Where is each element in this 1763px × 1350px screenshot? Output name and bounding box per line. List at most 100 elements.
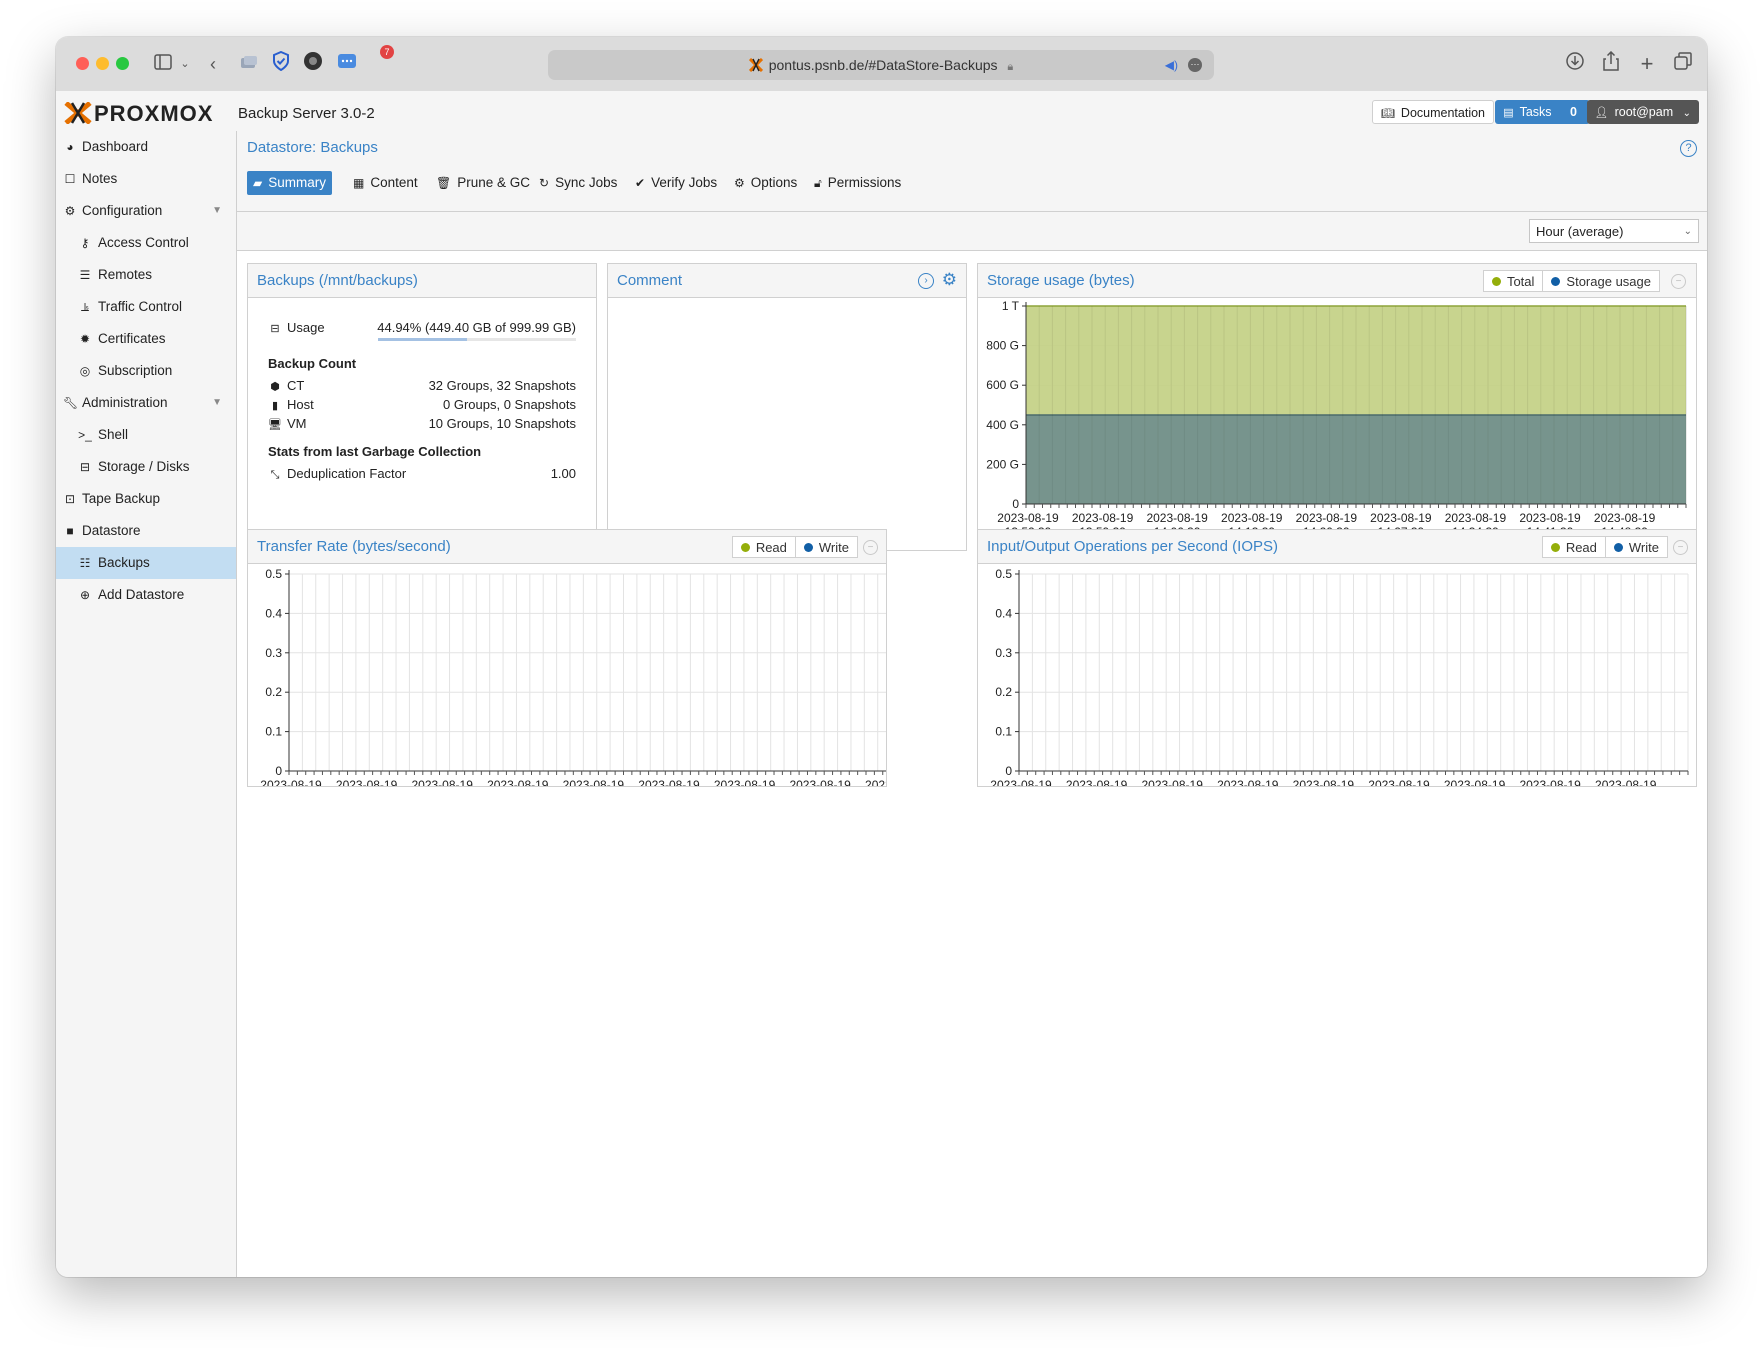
timeframe-value: Hour (average) xyxy=(1536,224,1624,239)
tab-verify-jobs[interactable]: ✔ Verify Jobs xyxy=(629,171,723,195)
zoom-window-button[interactable] xyxy=(116,57,129,70)
dashboard-icon: ◕ xyxy=(66,140,74,154)
tab-sync-jobs[interactable]: ↻ Sync Jobs xyxy=(533,171,623,195)
address-bar[interactable]: pontus.psnb.de/#DataStore-Backups 🔒︎ ◀︎)… xyxy=(548,50,1214,80)
user-menu-button[interactable]: 👤︎ root@pam ⌄ xyxy=(1586,100,1699,124)
legend-item-total[interactable]: Total xyxy=(1484,271,1544,291)
legend-item-read[interactable]: Read xyxy=(733,537,796,557)
legend-dot xyxy=(1551,277,1561,286)
wrench-icon: 🔧︎ xyxy=(63,396,79,410)
legend-item-storage-usage[interactable]: Storage usage xyxy=(1543,271,1659,291)
sidebar-item-administration[interactable]: 🔧︎ Administration ▼ xyxy=(56,387,236,419)
browser-toolbar: ⌄ ‹ 7 pontus.psnb.de/#DataStore-Backups … xyxy=(56,37,1707,92)
usage-bar-track xyxy=(378,338,576,341)
tab-prune-gc[interactable]: 🗑︎ Prune & GC xyxy=(430,171,536,195)
tab-summary[interactable]: ▰ Summary xyxy=(247,171,332,195)
sidebar-item-traffic-control[interactable]: ⫡ Traffic Control xyxy=(56,291,236,323)
check-circle-icon: ✔ xyxy=(635,176,646,190)
undo-zoom-icon[interactable]: − xyxy=(863,540,878,555)
undo-zoom-icon[interactable]: − xyxy=(1673,540,1688,555)
legend-item-write[interactable]: Write xyxy=(1606,537,1667,557)
x-tick-date: 2023-08-19 xyxy=(1293,778,1355,786)
panel-title: Input/Output Operations per Second (IOPS… xyxy=(987,538,1278,555)
share-icon[interactable] xyxy=(1598,50,1624,77)
collapse-arrow-icon[interactable]: ▼ xyxy=(212,195,222,227)
tab-options[interactable]: ⚙ Options xyxy=(728,171,803,195)
sidebar-item-datastore[interactable]: ■ Datastore xyxy=(56,515,236,547)
y-tick-label: 0.4 xyxy=(995,606,1012,620)
refresh-icon: ↻ xyxy=(539,176,550,190)
sidebar-item-add-datastore[interactable]: ⊕ Add Datastore xyxy=(56,579,236,611)
count-type: Host xyxy=(287,397,314,412)
sidebar-item-storage-disks[interactable]: ⊟ Storage / Disks xyxy=(56,451,236,483)
panel-header: Backups (/mnt/backups) xyxy=(248,264,596,298)
extension-icon[interactable] xyxy=(300,51,326,77)
back-arrow-icon[interactable]: ‹ xyxy=(200,51,226,77)
more-options-icon[interactable]: ··· xyxy=(1188,58,1202,72)
sidebar-item-certificates[interactable]: ✹ Certificates xyxy=(56,323,236,355)
undo-zoom-icon[interactable]: − xyxy=(1671,274,1686,289)
sidebar-item-label: Storage / Disks xyxy=(98,459,190,474)
sidebar-item-access-control[interactable]: ⚷ Access Control xyxy=(56,227,236,259)
panel-header: Storage usage (bytes) Total Storage usag… xyxy=(978,264,1696,298)
close-window-button[interactable] xyxy=(76,57,89,70)
y-tick-label: 0.2 xyxy=(995,685,1012,699)
legend-label: Write xyxy=(818,540,849,555)
sidebar-item-tape-backup[interactable]: ⊡ Tape Backup xyxy=(56,483,236,515)
download-icon[interactable] xyxy=(1562,51,1588,77)
messages-extension-icon[interactable] xyxy=(334,51,360,77)
sidebar-item-configuration[interactable]: ⚙ Configuration ▼ xyxy=(56,195,236,227)
timeframe-select[interactable]: Hour (average) ⌄ xyxy=(1529,219,1699,243)
legend-item-write[interactable]: Write xyxy=(796,537,857,557)
panel-title: Transfer Rate (bytes/second) xyxy=(257,538,451,555)
notification-badge: 7 xyxy=(380,45,394,59)
tab-label: Prune & GC xyxy=(457,175,531,190)
user-label: root@pam xyxy=(1614,105,1674,119)
plus-circle-icon: ⊕ xyxy=(79,588,91,602)
x-tick-date: 2023-08-19 xyxy=(411,778,473,786)
count-type: VM xyxy=(287,416,307,431)
x-tick-date: 2023-08-19 xyxy=(336,778,398,786)
usage-label: Usage xyxy=(287,320,325,335)
y-tick-label: 0.3 xyxy=(995,646,1012,660)
documentation-button[interactable]: 📖︎ Documentation xyxy=(1371,100,1494,124)
help-icon[interactable]: ? xyxy=(1680,140,1697,157)
gc-stats-heading: Stats from last Garbage Collection xyxy=(268,444,482,459)
tab-label: Sync Jobs xyxy=(555,175,618,190)
x-tick-date: 2023-08-19 xyxy=(1221,511,1283,525)
key-icon: ⚷ xyxy=(80,236,90,250)
legend-item-read[interactable]: Read xyxy=(1543,537,1606,557)
proxmox-logo[interactable]: PROXMOX xyxy=(64,100,213,128)
sidebar-item-shell[interactable]: >_ Shell xyxy=(56,419,236,451)
tabs-overview-icon[interactable] xyxy=(1670,51,1696,77)
sidebar-item-dashboard[interactable]: ◕ Dashboard xyxy=(56,131,236,163)
sidebar-item-label: Administration xyxy=(82,395,168,410)
shield-icon[interactable] xyxy=(268,50,294,77)
terminal-icon: >_ xyxy=(78,428,92,442)
x-tick-date: 2023-08-19 xyxy=(997,511,1059,525)
minimize-window-button[interactable] xyxy=(96,57,109,70)
sidebar-item-backups[interactable]: ☷ Backups xyxy=(56,547,236,579)
gear-icon[interactable]: ⚙ xyxy=(942,270,957,290)
sidebar-item-label: Datastore xyxy=(82,523,141,538)
gear-icon: ⚙ xyxy=(734,176,745,190)
help-circle-icon[interactable]: › xyxy=(918,273,934,289)
tasks-button[interactable]: ▤ Tasks 0 xyxy=(1495,100,1590,124)
new-tab-icon[interactable]: + xyxy=(1634,51,1660,77)
legend-label: Read xyxy=(755,540,787,555)
tab-overview-icon[interactable] xyxy=(236,51,262,77)
sidebar-item-remotes[interactable]: ☰ Remotes xyxy=(56,259,236,291)
sidebar-item-label: Add Datastore xyxy=(98,587,185,602)
tab-content[interactable]: ▦ Content xyxy=(347,171,424,195)
y-tick-label: 600 G xyxy=(986,378,1019,392)
sidebar-item-label: Tape Backup xyxy=(82,491,161,506)
speaker-icon[interactable]: ◀︎) xyxy=(1165,50,1178,80)
collapse-arrow-icon[interactable]: ▼ xyxy=(212,387,222,419)
sidebar-item-notes[interactable]: ☐ Notes xyxy=(56,163,236,195)
x-tick-date: 2023-08-19 xyxy=(714,778,776,786)
tab-permissions[interactable]: 🔓︎ Permissions xyxy=(808,171,907,195)
url-text: pontus.psnb.de/#DataStore-Backups xyxy=(768,57,998,73)
certificate-icon: ✹ xyxy=(79,332,91,346)
sidebar-item-subscription[interactable]: ◎ Subscription xyxy=(56,355,236,387)
chevron-down-icon[interactable]: ⌄ xyxy=(172,51,198,77)
